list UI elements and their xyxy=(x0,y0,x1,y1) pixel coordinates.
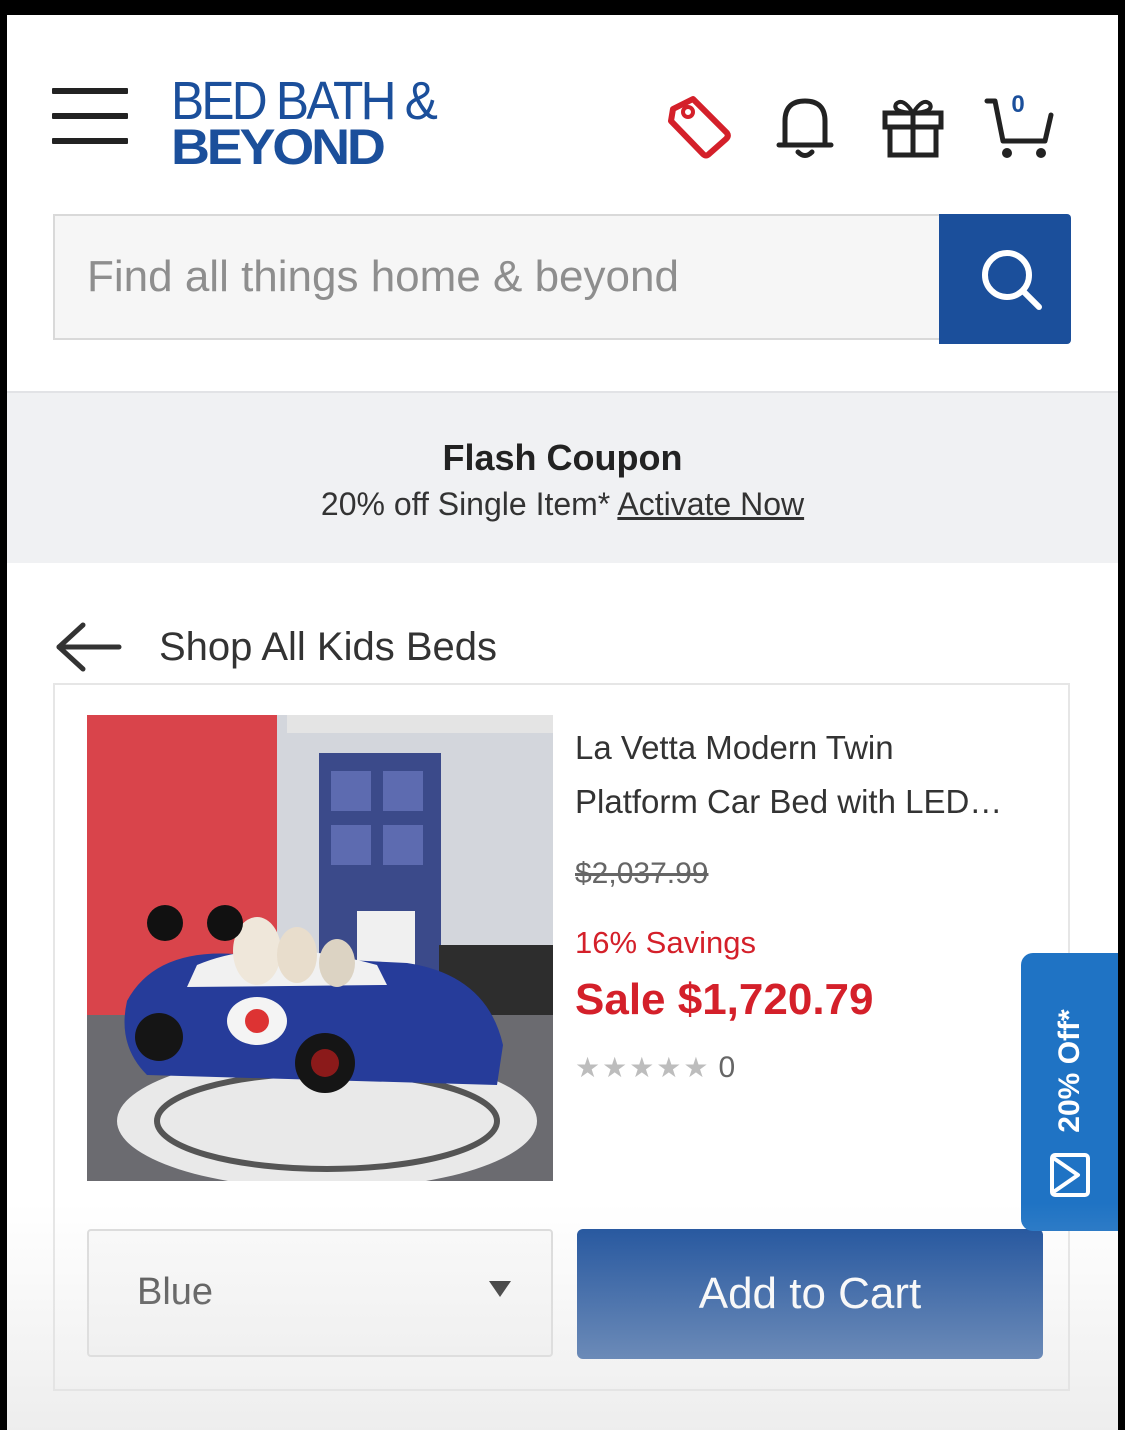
search-input[interactable] xyxy=(53,214,939,340)
tag-icon[interactable] xyxy=(659,87,739,167)
flash-coupon-banner: Flash Coupon 20% off Single Item* Activa… xyxy=(7,391,1118,563)
product-title-line-1: La Vetta Modern Twin xyxy=(575,729,894,766)
selected-color: Blue xyxy=(137,1271,214,1313)
cart-icon[interactable]: 0 xyxy=(979,87,1059,167)
product-title[interactable]: La Vetta Modern Twin Platform Car Bed wi… xyxy=(575,721,1045,829)
coupon-subtitle: 20% off Single Item* Activate Now xyxy=(7,486,1118,523)
back-to-category-link[interactable]: Shop All Kids Beds xyxy=(53,617,553,677)
gift-icon[interactable] xyxy=(873,87,953,167)
search-bar xyxy=(53,214,1074,344)
coupon-text: 20% off Single Item* xyxy=(320,486,611,522)
sale-price: Sale $1,720.79 xyxy=(575,975,874,1024)
search-icon xyxy=(982,250,1042,310)
bell-icon[interactable] xyxy=(765,87,845,167)
envelope-icon xyxy=(1050,1153,1090,1197)
search-button[interactable] xyxy=(939,214,1071,344)
original-price: $2,037.99 xyxy=(575,857,709,890)
review-count: 0 xyxy=(718,1051,736,1084)
product-image[interactable] xyxy=(87,715,553,1181)
logo-line-2: BEYOND xyxy=(171,119,386,175)
back-label: Shop All Kids Beds xyxy=(159,625,497,669)
chevron-down-icon xyxy=(489,1281,511,1297)
coupon-title: Flash Coupon xyxy=(442,437,683,478)
star-rating[interactable]: ★★★★★ 0 xyxy=(575,1051,735,1085)
savings-label: 16% Savings xyxy=(575,925,756,960)
offer-tab-label: 20% Off* xyxy=(1053,1009,1086,1133)
rating-stars: ★★★★★ xyxy=(575,1052,711,1083)
arrow-left-icon xyxy=(56,622,122,672)
product-title-line-2: Platform Car Bed with LED… xyxy=(575,783,1003,820)
app-screen: BED BATH & BEYOND 0 Find all things home… xyxy=(7,15,1118,1430)
hamburger-menu-icon[interactable] xyxy=(52,88,128,148)
offer-side-tab[interactable]: 20% Off* xyxy=(1021,953,1118,1231)
cart-count-badge: 0 xyxy=(1011,91,1025,118)
color-dropdown[interactable]: Blue xyxy=(87,1229,553,1357)
add-to-cart-button[interactable]: Add to Cart xyxy=(577,1229,1043,1359)
product-card: La Vetta Modern Twin Platform Car Bed wi… xyxy=(53,683,1070,1391)
brand-logo[interactable]: BED BATH & BEYOND xyxy=(171,74,461,175)
activate-now-link[interactable]: Activate Now xyxy=(617,486,804,522)
